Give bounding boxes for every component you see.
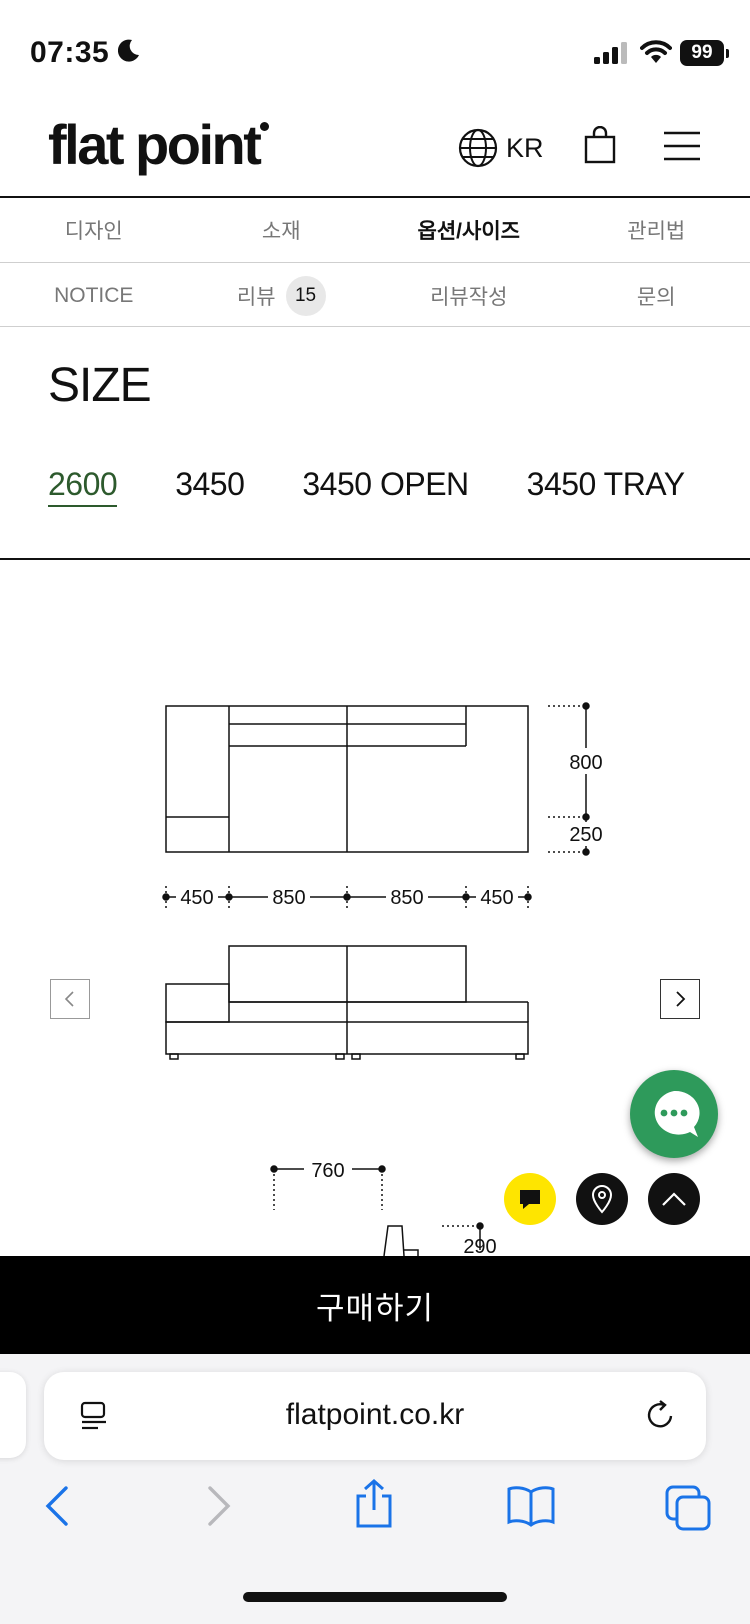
scroll-top-button[interactable] xyxy=(648,1173,700,1225)
size-option-3450-open[interactable]: 3450 OPEN xyxy=(302,466,469,507)
width-label-1: 450 xyxy=(180,887,213,909)
language-selector[interactable]: KR xyxy=(458,128,544,168)
size-options: 2600 3450 3450 OPEN 3450 TRAY xyxy=(48,466,685,507)
share-icon[interactable] xyxy=(352,1478,396,1530)
globe-icon xyxy=(458,128,498,168)
width-label-4: 450 xyxy=(480,887,513,909)
depth-total-label: 800 xyxy=(569,752,602,774)
tab-notice[interactable]: NOTICE xyxy=(0,264,188,328)
logo-dot xyxy=(260,122,270,131)
chat-bubble-icon xyxy=(654,1090,700,1137)
kakao-chat-icon xyxy=(520,1190,540,1209)
tab-material[interactable]: 소재 xyxy=(188,198,376,262)
moon-icon xyxy=(118,39,139,62)
tab-options-size[interactable]: 옵션/사이즈 xyxy=(375,198,563,262)
url-text: flatpoint.co.kr xyxy=(285,1398,465,1431)
side-height-label: 290 xyxy=(463,1236,496,1258)
bookmarks-icon[interactable] xyxy=(506,1484,556,1528)
address-bar[interactable]: flatpoint.co.kr xyxy=(44,1372,706,1460)
wifi-icon xyxy=(640,40,672,63)
buy-button[interactable]: 구매하기 xyxy=(0,1256,750,1354)
secondary-tabs: NOTICE 리뷰 15 리뷰작성 문의 xyxy=(0,264,750,328)
prev-image-button[interactable] xyxy=(50,979,90,1019)
side-depth-label: 760 xyxy=(311,1160,344,1182)
brand-logo[interactable]: flat point xyxy=(48,112,270,177)
kakao-talk-button[interactable] xyxy=(504,1173,556,1225)
tab-reviews-label: 리뷰 xyxy=(236,286,276,309)
tabs-divider-2 xyxy=(0,326,750,327)
size-option-2600[interactable]: 2600 xyxy=(48,466,118,507)
previous-tab-peek[interactable] xyxy=(0,1372,26,1458)
language-label: KR xyxy=(506,132,544,163)
reload-icon[interactable] xyxy=(644,1398,678,1432)
chat-button[interactable] xyxy=(630,1070,718,1158)
next-image-button[interactable] xyxy=(660,979,700,1019)
battery-indicator: 99 xyxy=(680,40,724,66)
width-label-2: 850 xyxy=(272,887,305,909)
size-option-3450[interactable]: 3450 xyxy=(175,466,245,507)
sofa-front-view xyxy=(165,945,529,1060)
home-indicator xyxy=(243,1592,507,1602)
sofa-dimension-drawing: 800 250 450 850 850 450 760 290 xyxy=(162,702,608,1258)
tab-reviews[interactable]: 리뷰 15 xyxy=(188,264,376,328)
status-bar: 07:35 99 xyxy=(0,0,750,100)
location-button[interactable] xyxy=(576,1173,628,1225)
hamburger-menu-icon[interactable] xyxy=(662,130,702,162)
brand-name: flat point xyxy=(48,113,262,176)
width-dimension xyxy=(162,886,532,908)
depth-base-label: 250 xyxy=(569,824,602,846)
chevron-left-icon xyxy=(64,991,74,1007)
size-heading: SIZE xyxy=(48,359,152,412)
browser-toolbar: flatpoint.co.kr xyxy=(0,1354,750,1624)
primary-tabs: 디자인 소재 옵션/사이즈 관리법 xyxy=(0,198,750,262)
tab-inquiry[interactable]: 문의 xyxy=(563,264,750,328)
clock: 07:35 xyxy=(30,36,110,69)
tab-care[interactable]: 관리법 xyxy=(563,198,750,262)
sofa-top-view xyxy=(165,705,529,853)
location-pin-icon xyxy=(591,1184,613,1214)
battery-tip xyxy=(726,49,729,58)
signal-icon xyxy=(594,42,627,64)
sofa-side-view xyxy=(270,1165,484,1257)
tabs-divider xyxy=(0,262,750,263)
tabs-icon[interactable] xyxy=(664,1484,712,1532)
tab-write-review[interactable]: 리뷰작성 xyxy=(375,264,563,328)
forward-icon[interactable] xyxy=(204,1484,234,1528)
back-icon[interactable] xyxy=(42,1484,72,1528)
shopping-bag-icon[interactable] xyxy=(584,126,616,164)
chevron-right-icon xyxy=(676,991,686,1007)
review-count-badge: 15 xyxy=(285,276,326,316)
chevron-up-icon xyxy=(662,1192,686,1206)
size-option-3450-tray[interactable]: 3450 TRAY xyxy=(527,466,685,507)
tab-design[interactable]: 디자인 xyxy=(0,198,188,262)
width-label-3: 850 xyxy=(390,887,423,909)
